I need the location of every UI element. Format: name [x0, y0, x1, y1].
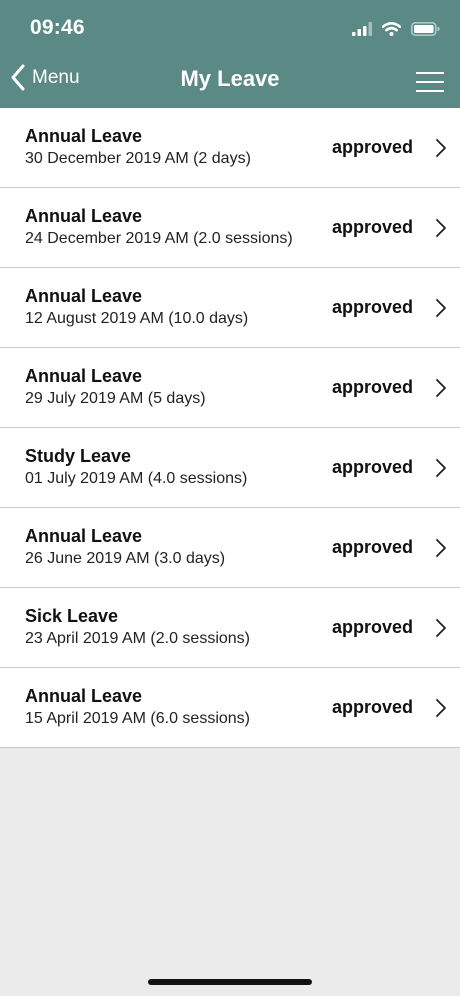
- leave-list-item[interactable]: Annual Leave 30 December 2019 AM (2 days…: [0, 108, 460, 188]
- leave-detail: 26 June 2019 AM (3.0 days): [25, 550, 226, 567]
- wifi-icon: [382, 22, 401, 36]
- cellular-signal-icon: [352, 22, 372, 36]
- home-indicator[interactable]: [148, 979, 312, 985]
- leave-type: Annual Leave: [25, 126, 143, 146]
- chevron-right-icon: [436, 459, 446, 477]
- leave-type: Annual Leave: [25, 526, 143, 546]
- leave-status: approved: [331, 377, 413, 397]
- menu-button[interactable]: [415, 70, 445, 94]
- leave-detail: 29 July 2019 AM (5 days): [25, 390, 206, 407]
- leave-list-item[interactable]: Annual Leave 24 December 2019 AM (2.0 se…: [0, 188, 460, 268]
- back-button-label: Menu: [32, 66, 80, 88]
- leave-list-item[interactable]: Sick Leave 23 April 2019 AM (2.0 session…: [0, 588, 460, 668]
- app-header: 09:46 Menu My Leave: [0, 0, 460, 108]
- leave-list-item[interactable]: Annual Leave 12 August 2019 AM (10.0 day…: [0, 268, 460, 348]
- leave-status: approved: [331, 697, 413, 717]
- leave-detail: 15 April 2019 AM (6.0 sessions): [25, 710, 251, 727]
- leave-detail: 24 December 2019 AM (2.0 sessions): [25, 230, 293, 247]
- chevron-right-icon: [436, 379, 446, 397]
- leave-status: approved: [331, 457, 413, 477]
- leave-list-item[interactable]: Annual Leave 26 June 2019 AM (3.0 days) …: [0, 508, 460, 588]
- leave-list-item[interactable]: Annual Leave 29 July 2019 AM (5 days) ap…: [0, 348, 460, 428]
- chevron-right-icon: [436, 219, 446, 237]
- leave-type: Annual Leave: [25, 686, 143, 706]
- leave-detail: 12 August 2019 AM (10.0 days): [25, 310, 249, 327]
- leave-status: approved: [331, 217, 413, 237]
- chevron-left-icon: [11, 64, 25, 91]
- chevron-right-icon: [436, 619, 446, 637]
- status-time: 09:46: [30, 16, 85, 39]
- leave-list-item[interactable]: Annual Leave 15 April 2019 AM (6.0 sessi…: [0, 668, 460, 748]
- leave-detail: 01 July 2019 AM (4.0 sessions): [25, 470, 248, 487]
- back-button[interactable]: Menu: [10, 64, 80, 91]
- leave-list: Annual Leave 30 December 2019 AM (2 days…: [0, 108, 460, 748]
- leave-status: approved: [331, 137, 413, 157]
- leave-type: Annual Leave: [25, 286, 143, 306]
- leave-status: approved: [331, 617, 413, 637]
- leave-detail: 23 April 2019 AM (2.0 sessions): [25, 630, 251, 647]
- status-icons: [352, 18, 440, 40]
- leave-type: Study Leave: [25, 446, 132, 466]
- leave-list-item[interactable]: Study Leave 01 July 2019 AM (4.0 session…: [0, 428, 460, 508]
- chevron-right-icon: [436, 539, 446, 557]
- leave-detail: 30 December 2019 AM (2 days): [25, 150, 251, 167]
- leave-type: Sick Leave: [25, 606, 119, 626]
- chevron-right-icon: [436, 299, 446, 317]
- leave-type: Annual Leave: [25, 206, 143, 226]
- hamburger-menu-icon: [416, 72, 444, 92]
- chevron-right-icon: [436, 699, 446, 717]
- leave-status: approved: [331, 297, 413, 317]
- leave-status: approved: [331, 537, 413, 557]
- chevron-right-icon: [436, 139, 446, 157]
- battery-icon: [411, 22, 440, 36]
- leave-type: Annual Leave: [25, 366, 143, 386]
